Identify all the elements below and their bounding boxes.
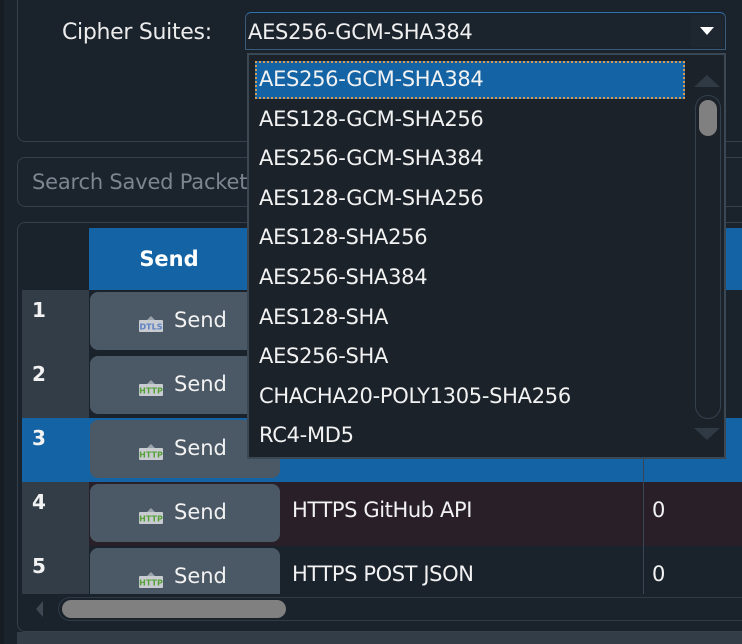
- dropdown-option[interactable]: AES256-SHA: [255, 338, 685, 376]
- svg-text:HTTP: HTTP: [139, 387, 163, 396]
- svg-text:HTTP: HTTP: [139, 451, 163, 460]
- row-number[interactable]: 2: [22, 354, 89, 418]
- http-icon: HTTP: [139, 572, 163, 588]
- http-icon: HTTP: [139, 444, 163, 460]
- dropdown-option[interactable]: CHACHA20-POLY1305-SHA256: [255, 378, 685, 416]
- packet-count: 0: [643, 546, 742, 594]
- svg-text:DTLS: DTLS: [140, 323, 163, 332]
- table-row[interactable]: 5 HTTP Send HTTPS POST JSON 0: [22, 546, 742, 606]
- dropdown-option[interactable]: AES256-SHA384: [255, 259, 685, 297]
- dtls-icon: DTLS: [139, 316, 163, 332]
- combo-dropdown-button[interactable]: [691, 15, 723, 47]
- svg-text:HTTP: HTTP: [139, 515, 163, 524]
- vscroll-track[interactable]: [695, 95, 721, 419]
- scroll-left-icon[interactable]: [36, 601, 43, 617]
- svg-text:HTTP: HTTP: [139, 579, 163, 588]
- send-button-label: Send: [174, 436, 227, 460]
- http-icon: HTTP: [139, 508, 163, 524]
- send-button-label: Send: [174, 564, 227, 588]
- cipher-suites-label: Cipher Suites:: [62, 20, 212, 45]
- cipher-suites-combobox[interactable]: AES256-GCM-SHA384: [245, 12, 726, 50]
- row-number[interactable]: 4: [22, 482, 89, 546]
- table-corner[interactable]: [22, 228, 89, 290]
- http-icon: HTTP: [139, 380, 163, 396]
- search-placeholder: Search Saved Packets: [32, 170, 259, 194]
- row-number[interactable]: 3: [22, 418, 89, 482]
- bottom-strip: [17, 632, 742, 644]
- horizontal-scrollbar[interactable]: [22, 594, 742, 624]
- dropdown-option[interactable]: AES128-SHA: [255, 299, 685, 337]
- packet-name: HTTPS POST JSON: [292, 562, 474, 586]
- send-button-label: Send: [174, 308, 227, 332]
- scroll-down-icon[interactable]: [694, 428, 720, 440]
- vscroll-thumb[interactable]: [699, 100, 717, 136]
- cipher-suites-value: AES256-GCM-SHA384: [248, 20, 473, 44]
- chevron-down-icon: [700, 27, 714, 35]
- window-edge: [0, 0, 4, 644]
- dropdown-option[interactable]: AES128-SHA256: [255, 219, 685, 257]
- row-number[interactable]: 1: [22, 290, 89, 354]
- dropdown-option[interactable]: RC4-MD5: [255, 417, 685, 455]
- packet-count: 0: [643, 482, 742, 546]
- dropdown-option[interactable]: AES256-GCM-SHA384: [255, 140, 685, 178]
- send-button[interactable]: HTTP Send: [90, 484, 280, 542]
- table-row[interactable]: 4 HTTP Send HTTPS GitHub API 0: [22, 482, 742, 548]
- cipher-suites-dropdown-list: AES256-GCM-SHA384 AES128-GCM-SHA256 AES256…: [247, 53, 726, 459]
- packet-name: HTTPS GitHub API: [292, 498, 473, 522]
- send-button-label: Send: [174, 500, 227, 524]
- send-button-label: Send: [174, 372, 227, 396]
- dropdown-option[interactable]: AES128-GCM-SHA256: [255, 180, 685, 218]
- column-header-send[interactable]: Send: [89, 228, 249, 290]
- hscroll-thumb[interactable]: [62, 600, 286, 618]
- dropdown-option[interactable]: AES128-GCM-SHA256: [255, 101, 685, 139]
- scroll-up-icon[interactable]: [694, 75, 720, 87]
- dropdown-option[interactable]: AES256-GCM-SHA384: [255, 61, 685, 99]
- row-number[interactable]: 5: [22, 546, 89, 594]
